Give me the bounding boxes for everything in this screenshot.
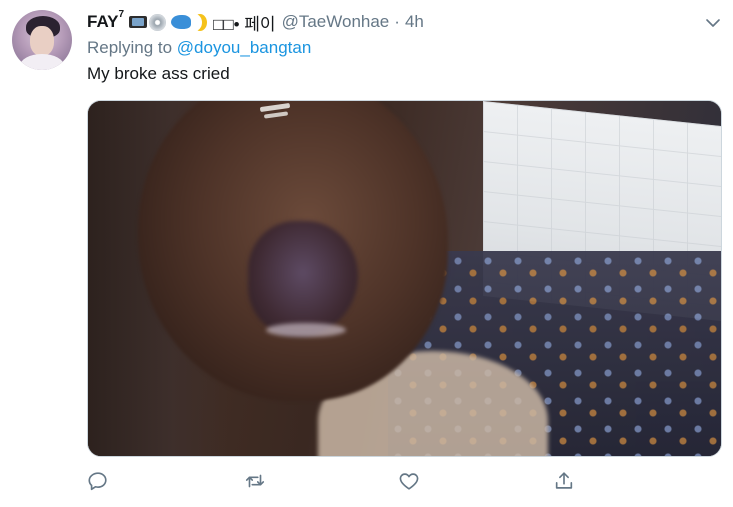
tweet-header: FAY7 □□• 페이 @TaeWonhae · 4h xyxy=(87,9,424,35)
tweet[interactable]: FAY7 □□• 페이 @TaeWonhae · 4h Replying to … xyxy=(0,0,733,507)
name-emoji-row xyxy=(129,13,207,31)
retweet-icon[interactable] xyxy=(244,470,268,494)
avatar-body xyxy=(20,54,64,70)
display-name-superscript: 7 xyxy=(118,9,125,21)
reply-icon[interactable] xyxy=(87,470,111,494)
share-icon[interactable] xyxy=(553,470,577,494)
reply-to-link[interactable]: @doyou_bangtan xyxy=(177,38,311,57)
tv-icon xyxy=(129,16,148,28)
separator-dot: · xyxy=(394,12,400,31)
whale-icon xyxy=(171,15,192,29)
reply-prefix: Replying to xyxy=(87,38,173,57)
avatar[interactable] xyxy=(12,10,72,70)
replying-to: Replying to @doyou_bangtan xyxy=(87,38,311,58)
display-name-text[interactable]: FAY xyxy=(87,12,119,31)
like-heart-icon[interactable] xyxy=(398,470,422,494)
timestamp[interactable]: 4h xyxy=(405,12,424,32)
image-teeth xyxy=(266,323,346,337)
avatar-face xyxy=(30,26,54,56)
tweet-text: My broke ass cried xyxy=(87,64,230,83)
chevron-down-icon[interactable] xyxy=(704,14,722,32)
user-handle[interactable]: @TaeWonhae xyxy=(282,12,390,32)
korean-name[interactable]: □□• 페이 xyxy=(213,10,276,35)
disc-icon xyxy=(149,13,167,31)
tweet-actions xyxy=(0,470,733,498)
tweet-image[interactable] xyxy=(87,100,722,457)
moon-icon xyxy=(193,14,207,31)
display-name[interactable]: FAY7 xyxy=(87,9,125,32)
